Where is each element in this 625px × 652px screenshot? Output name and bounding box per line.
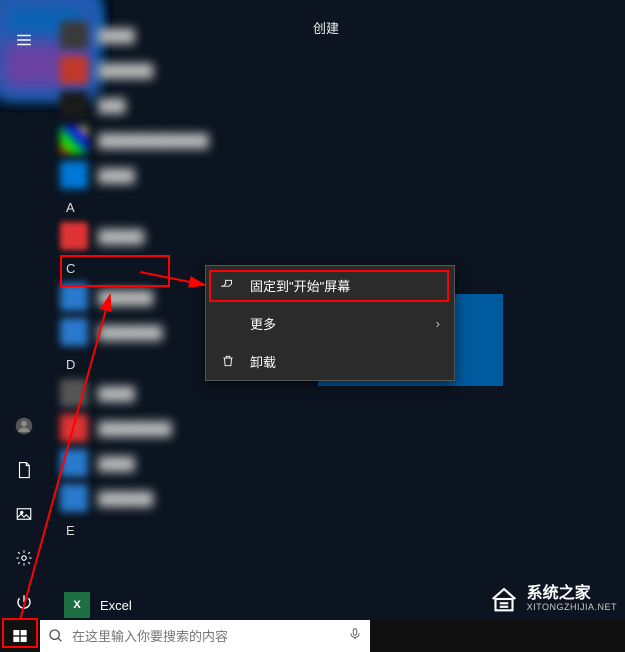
watermark-logo-icon [487,582,521,616]
list-item[interactable]: ████ [60,446,260,480]
letter-header-e[interactable]: E [66,523,260,538]
list-item[interactable]: ██████ [60,53,260,87]
excel-icon: X [64,592,90,618]
letter-header-a[interactable]: A [66,200,260,215]
ctx-uninstall[interactable]: 卸载 [206,342,454,380]
ctx-more[interactable]: 更多 › [206,304,454,342]
ctx-more-label: 更多 [250,314,276,333]
user-icon[interactable] [0,404,48,448]
ctx-pin-to-start[interactable]: 固定到"开始"屏幕 [206,266,454,304]
context-menu: 固定到"开始"屏幕 更多 › 卸载 [205,265,455,381]
list-item[interactable]: ████ [60,158,260,192]
list-item[interactable]: ████████████ [60,123,260,157]
search-input[interactable] [72,629,340,644]
watermark: 系统之家 XITONGZHIJIA.NET [487,582,617,616]
ctx-uninstall-label: 卸载 [250,352,276,371]
power-icon[interactable] [0,580,48,624]
tiles-section-title: 创建 [313,18,339,37]
app-item-highlighted[interactable]: █████ [60,219,260,253]
watermark-sub: XITONGZHIJIA.NET [527,602,617,612]
app-item-excel[interactable]: X Excel [64,592,132,618]
pin-icon [220,278,236,292]
windows-icon [12,628,28,644]
search-icon [48,628,64,644]
hamburger-icon[interactable] [0,18,48,62]
settings-icon[interactable] [0,536,48,580]
search-box[interactable] [40,620,370,652]
documents-icon[interactable] [0,448,48,492]
taskbar [0,620,625,652]
list-item[interactable]: ██████ [60,481,260,515]
pictures-icon[interactable] [0,492,48,536]
list-item[interactable]: ████ [60,376,260,410]
watermark-title: 系统之家 [527,586,617,602]
chevron-right-icon: › [436,316,440,331]
app-label-excel: Excel [100,598,132,613]
ctx-pin-label: 固定到"开始"屏幕 [250,276,350,295]
start-button[interactable] [0,620,40,652]
mic-icon[interactable] [348,627,362,646]
list-item[interactable]: ████████ [60,411,260,445]
list-item[interactable]: ███ [60,88,260,122]
trash-icon [220,354,236,368]
list-item[interactable]: ████ [60,18,260,52]
